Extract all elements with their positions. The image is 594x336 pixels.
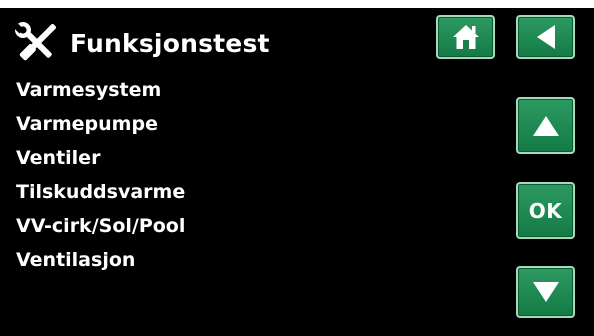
arrow-down-icon — [531, 280, 561, 304]
menu-item-varmepumpe[interactable]: Varmepumpe — [16, 110, 185, 144]
menu-item-ventilasjon[interactable]: Ventilasjon — [16, 246, 185, 280]
home-icon — [451, 23, 481, 51]
ok-button[interactable]: OK — [516, 182, 575, 239]
tools-icon — [13, 22, 60, 64]
page-title: Funksjonstest — [70, 29, 270, 58]
menu-item-ventiler[interactable]: Ventiler — [16, 144, 185, 178]
function-test-screen: Funksjonstest Varmesystem Varmepumpe Ven… — [0, 0, 594, 336]
menu-item-varmesystem[interactable]: Varmesystem — [16, 76, 185, 110]
menu-item-tilskuddsvarme[interactable]: Tilskuddsvarme — [16, 178, 185, 212]
arrow-left-icon — [535, 24, 557, 50]
function-test-menu: Varmesystem Varmepumpe Ventiler Tilskudd… — [16, 76, 185, 280]
home-button[interactable] — [436, 15, 495, 59]
scroll-up-button[interactable] — [516, 97, 575, 154]
back-button[interactable] — [516, 15, 575, 59]
ok-button-label: OK — [528, 198, 563, 223]
menu-item-vv-cirk-sol-pool[interactable]: VV-cirk/Sol/Pool — [16, 212, 185, 246]
arrow-up-icon — [531, 114, 561, 138]
scroll-down-button[interactable] — [516, 266, 575, 318]
